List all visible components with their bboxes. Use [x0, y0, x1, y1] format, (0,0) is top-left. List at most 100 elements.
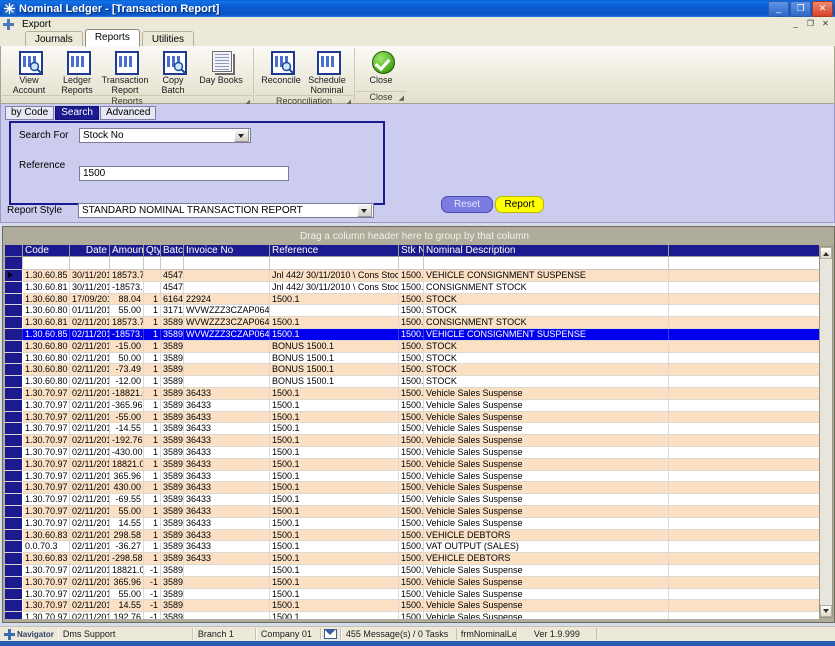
table-row[interactable]: 0.0.70.302/11/2010-36.27135896364331500.…: [5, 541, 819, 554]
mdi-minimize-button[interactable]: _: [789, 19, 802, 30]
grid-vertical-scrollbar[interactable]: [819, 246, 833, 618]
table-row[interactable]: 1.30.70.9702/11/201018821.07-135897 1500.…: [5, 564, 819, 577]
cell-ref: BONUS 1500.1: [270, 376, 399, 387]
search-tab-search[interactable]: Search: [55, 106, 99, 120]
search-tab-by-code[interactable]: by Code: [5, 106, 55, 120]
cell-code: 1.30.70.97: [23, 470, 70, 482]
grid-column-header-code[interactable]: Code: [23, 245, 70, 256]
report-button[interactable]: Report: [495, 196, 544, 213]
table-row[interactable]: 1.30.70.9702/11/201055.00135896364331500…: [5, 505, 819, 518]
grid-filter-cell-amount[interactable]: [110, 257, 144, 269]
cell-batch: 35896: [163, 423, 184, 435]
table-row[interactable]: 1.30.70.9702/11/2010365.96-135897 1500.11…: [5, 576, 819, 589]
grid-column-header-stk[interactable]: Stk No: [399, 245, 424, 256]
table-row[interactable]: 1.30.70.9702/11/2010-430.001358963643315…: [5, 446, 819, 459]
ribbon-button-copy-batch[interactable]: Copy Batch: [149, 48, 197, 95]
tab-reports[interactable]: Reports: [84, 29, 140, 47]
table-row[interactable]: 1.30.70.9702/11/2010-14.5513589636433150…: [5, 423, 819, 436]
grid-filter-row[interactable]: [5, 257, 819, 270]
search-tab-advanced[interactable]: Advanced: [99, 106, 157, 120]
grid-column-header-qty[interactable]: Qty: [144, 245, 161, 256]
grid-filter-cell-code[interactable]: [23, 257, 70, 269]
status-mail[interactable]: [320, 628, 341, 640]
cell-invoice: [184, 576, 270, 588]
table-row[interactable]: 1.30.60.8130/11/2010-18573.77 45477 Jnl 44…: [5, 281, 819, 294]
grid-column-header-desc[interactable]: Nominal Description: [424, 245, 669, 256]
ribbon-button-schedule-nominal[interactable]: Schedule Nominal: [304, 48, 350, 95]
table-row[interactable]: 1.30.60.8001/11/201055.00131719WVWZZZ3CZ…: [5, 305, 819, 318]
minimize-button[interactable]: _: [768, 1, 789, 17]
grid-column-header-invoice[interactable]: Invoice No: [184, 245, 270, 256]
report-style-combo[interactable]: STANDARD NOMINAL TRANSACTION REPORT: [78, 203, 374, 218]
table-row[interactable]: 1.30.70.9702/11/2010430.0013589636433150…: [5, 482, 819, 495]
table-row[interactable]: 1.30.60.8017/09/201088.0416164.122924150…: [5, 293, 819, 306]
dialog-launcher-icon[interactable]: ◢: [399, 93, 404, 104]
table-row[interactable]: 1.30.70.9702/11/2010365.9613589636433150…: [5, 470, 819, 483]
ribbon-button-close[interactable]: Close: [359, 48, 403, 85]
table-row[interactable]: 1.30.60.8302/11/2010298.5813589636433150…: [5, 529, 819, 542]
table-row[interactable]: 1.30.70.9702/11/2010-365.961358963643315…: [5, 399, 819, 412]
reference-input[interactable]: 1500: [79, 166, 289, 181]
grid-filter-cell-stk[interactable]: [399, 257, 424, 269]
cell-desc: Vehicle Sales Suspense: [424, 458, 669, 470]
cell-desc: Vehicle Sales Suspense: [424, 435, 669, 446]
table-row[interactable]: 1.30.70.9702/11/201055.00-135897 1500.115…: [5, 588, 819, 601]
cell-qty: 1: [144, 482, 161, 494]
ribbon-button-day-books[interactable]: Day Books: [197, 48, 245, 85]
table-row[interactable]: 1.30.60.8002/11/2010-73.49135894 BONUS 15…: [5, 364, 819, 377]
row-indicator: [5, 376, 23, 387]
mdi-close-button[interactable]: ✕: [819, 19, 832, 30]
table-row[interactable]: 1.30.60.8002/11/201050.00135892 BONUS 150…: [5, 352, 819, 365]
table-row[interactable]: 1.30.70.9702/11/2010-18821.0713589636433…: [5, 387, 819, 400]
scroll-down-icon[interactable]: [820, 605, 832, 617]
cell-amount: 18821.07: [110, 458, 144, 470]
grid-filter-cell-qty[interactable]: [144, 257, 161, 269]
table-row[interactable]: 1.30.70.9702/11/2010-69.5513589636433150…: [5, 494, 819, 506]
cell-invoice: WVWZZZ3CZAP064987: [186, 305, 270, 317]
cell-stk: 1500.1: [401, 505, 424, 517]
tab-journals[interactable]: Journals: [25, 31, 83, 47]
table-row[interactable]: 1.30.60.8002/11/2010-15.00135893 BONUS 15…: [5, 340, 819, 353]
grid-filter-cell-batch[interactable]: [161, 257, 184, 269]
grid-filter-cell-date[interactable]: [70, 257, 110, 269]
scroll-up-icon[interactable]: [820, 247, 832, 259]
table-row[interactable]: 1.30.60.8002/11/2010-12.00135895 BONUS 15…: [5, 376, 819, 388]
grid-filter-cell-invoice[interactable]: [184, 257, 270, 269]
table-row[interactable]: 1.30.70.9702/11/2010-192.761358963643315…: [5, 435, 819, 447]
cell-desc: VEHICLE CONSIGNMENT SUSPENSE: [424, 328, 669, 340]
grid-filter-cell-desc[interactable]: [424, 257, 669, 269]
table-row[interactable]: 1.30.70.9702/11/2010-55.0013589636433150…: [5, 411, 819, 424]
ribbon-button-transaction-report[interactable]: Transaction Report: [101, 48, 149, 95]
table-row[interactable]: 1.30.70.9702/11/201014.55-135897 1500.115…: [5, 600, 819, 613]
menu-item-export[interactable]: Export: [18, 18, 55, 31]
table-row[interactable]: 1.30.60.8530/11/201018573.77 45477 Jnl 442…: [5, 270, 819, 282]
close-button[interactable]: ✕: [812, 1, 833, 17]
grid-column-header-ref[interactable]: Reference: [270, 245, 399, 256]
grid-column-header-batch[interactable]: Batch: [161, 245, 184, 256]
mdi-restore-button[interactable]: ❐: [804, 19, 817, 30]
search-for-combo[interactable]: Stock No: [79, 128, 251, 143]
table-row[interactable]: 1.30.70.9702/11/201018821.07135896364331…: [5, 458, 819, 471]
ribbon-button-view-account[interactable]: View Account: [5, 48, 53, 95]
table-row[interactable]: 1.30.70.9702/11/2010192.76-135897 1500.11…: [5, 612, 819, 619]
grid-column-header-amount[interactable]: Amount: [110, 245, 144, 256]
table-row[interactable]: 1.30.70.9702/11/201014.55135896364331500…: [5, 517, 819, 530]
table-row[interactable]: 1.30.60.8302/11/2010-298.581358963643315…: [5, 553, 819, 565]
chevron-down-icon[interactable]: [357, 204, 372, 217]
chevron-down-icon[interactable]: [234, 129, 249, 142]
table-row[interactable]: 1.30.60.8102/11/201018573.77135890WVWZZZ…: [5, 317, 819, 329]
cell-batch: 45477: [163, 281, 184, 293]
grid-filter-cell-ref[interactable]: [270, 257, 399, 269]
cell-desc: Vehicle Sales Suspense: [424, 564, 669, 576]
tab-utilities[interactable]: Utilities: [141, 31, 195, 47]
ribbon-button-ledger-reports[interactable]: Ledger Reports: [53, 48, 101, 95]
grid-column-header-date[interactable]: Date: [70, 245, 110, 256]
maximize-button[interactable]: ❐: [790, 1, 811, 17]
ribbon-button-reconcile[interactable]: Reconcile: [258, 48, 304, 85]
cell-batch: 35897: [163, 576, 184, 588]
navigator-button[interactable]: Navigator: [0, 628, 58, 640]
cell-desc: VEHICLE CONSIGNMENT SUSPENSE: [424, 270, 669, 281]
table-row[interactable]: 1.30.60.8502/11/2010-18573.77135890WVWZZ…: [5, 328, 819, 341]
group-by-drop-area[interactable]: Drag a column header here to group by th…: [3, 227, 834, 245]
reset-button[interactable]: Reset: [441, 196, 493, 213]
